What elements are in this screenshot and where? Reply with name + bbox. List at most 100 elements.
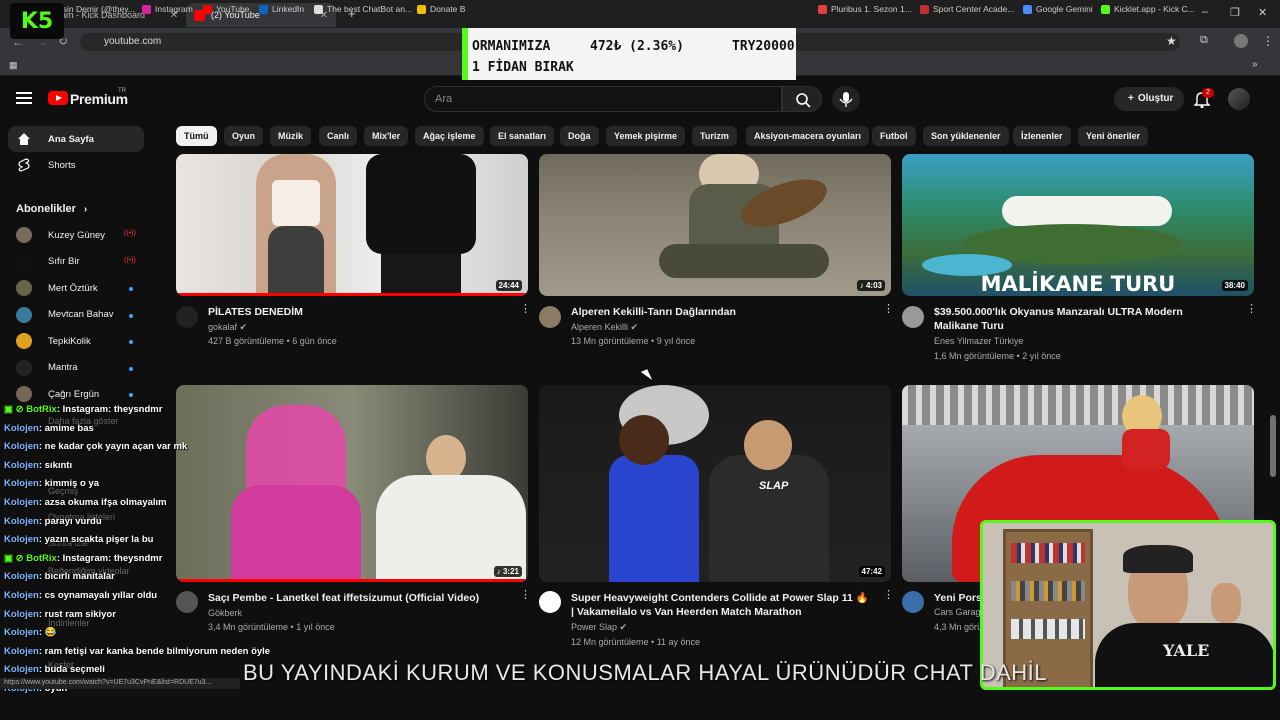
search-input[interactable]: Ara [424, 86, 782, 112]
youtube-logo-icon[interactable] [48, 91, 68, 105]
channel-avatar[interactable] [176, 591, 198, 613]
video-title[interactable]: Super Heavyweight Contenders Collide at … [571, 591, 871, 619]
video-thumbnail[interactable]: ♪ 4:03 [539, 154, 891, 296]
chip-7[interactable]: Doğa [560, 126, 599, 146]
subscription-item[interactable]: TepkiKolik [16, 331, 136, 351]
chip-11[interactable]: Futbol [872, 126, 916, 146]
new-content-dot [129, 366, 133, 371]
bookmark-chatbot[interactable]: The best ChatBot an... [314, 4, 412, 14]
chip-6[interactable]: El sanatları [490, 126, 555, 146]
verified-icon: ✔ [630, 322, 639, 332]
sidebar-item-shorts[interactable]: Shorts [8, 152, 144, 178]
video-title[interactable]: PİLATES DENEDİM [208, 305, 498, 319]
video-title[interactable]: Saçı Pembe - Lanetkel feat iffetsizumut … [208, 591, 508, 605]
voice-search-button[interactable] [832, 86, 860, 112]
minimize-icon[interactable]: – [1202, 6, 1208, 18]
channel-avatar[interactable] [176, 306, 198, 328]
donation-goal-widget: ORMANIMIZA 472₺ (2.36%) TRY20000 1 FİDAN… [462, 28, 796, 80]
bookmark-gemini[interactable]: Google Gemini [1023, 4, 1093, 14]
chat-username: Kolojen [4, 422, 39, 434]
video-meta: 4,3 Mn görü [934, 622, 983, 632]
bookmark-instagram[interactable]: Instagram [142, 4, 193, 14]
more-actions-icon[interactable]: ⋮ [883, 304, 894, 319]
video-meta: 1,6 Mn görüntüleme • 2 yıl önce [934, 351, 1061, 361]
maximize-icon[interactable]: ❐ [1230, 6, 1240, 19]
chip-14[interactable]: Yeni öneriler [1078, 126, 1149, 146]
create-button[interactable]: + Oluştur [1114, 87, 1184, 111]
video-duration: 38:40 [1221, 280, 1248, 291]
video-title[interactable]: Alperen Kekilli-Tanrı Dağlarından [571, 305, 861, 319]
channel-avatar[interactable] [902, 306, 924, 328]
chat-text: : rust ram sikiyor [38, 608, 116, 620]
channel-name[interactable]: Cars Garag [934, 607, 981, 617]
channel-name[interactable]: Enes Yilmazer Türkiye [934, 336, 1023, 346]
extensions-icon[interactable]: ⧉ [1200, 34, 1208, 47]
chip-13[interactable]: İzlenenler [1013, 126, 1071, 146]
video-thumbnail[interactable]: ♪ 3:21 [176, 385, 528, 582]
chat-text: : bıcırlı manitalar [38, 571, 115, 583]
chat-text: : amime bas [38, 422, 94, 434]
chat-text: : sıkıntı [38, 459, 73, 471]
search-button[interactable] [782, 86, 822, 112]
subscriptions-heading[interactable]: Abonelikler › [16, 203, 87, 215]
hamburger-menu-icon[interactable] [16, 92, 32, 104]
channel-name[interactable]: Alperen Kekilli ✔ [571, 322, 638, 333]
chat-text: : kimmiş o ya [38, 478, 100, 490]
chip-2[interactable]: Müzik [270, 126, 312, 146]
video-thumbnail[interactable]: SLAP 47:42 [539, 385, 891, 582]
chat-username: Kolojen [4, 478, 39, 490]
more-actions-icon[interactable]: ⋮ [520, 590, 531, 605]
subscription-item[interactable]: Mantra [16, 358, 136, 378]
channel-name[interactable]: Power Slap ✔ [571, 622, 627, 633]
page-scrollbar[interactable] [1270, 415, 1276, 477]
profile-avatar[interactable] [1234, 34, 1248, 48]
shorts-icon [18, 158, 30, 172]
chip-5[interactable]: Ağaç işleme [415, 126, 484, 146]
channel-avatar [16, 333, 32, 349]
kick-logo: K5 [10, 3, 64, 39]
account-avatar[interactable] [1228, 88, 1250, 110]
subscription-item[interactable]: Mert Öztürk [16, 278, 136, 298]
more-actions-icon[interactable]: ⋮ [1246, 304, 1257, 319]
bookmark-pluribus[interactable]: Pluribus 1. Sezon 1... [818, 4, 912, 14]
subscription-item[interactable]: Çağrı Ergün [16, 384, 136, 404]
apps-icon[interactable]: ▦ [9, 60, 18, 71]
subscription-item[interactable]: Kuzey Güney ((•)) [16, 225, 136, 245]
subscription-item[interactable]: Mevtcan Bahav [16, 305, 136, 325]
bookmark-star-icon[interactable]: ★ [1166, 34, 1177, 48]
channel-avatar[interactable] [902, 591, 924, 613]
bookmark-youtube[interactable]: YouTube [203, 4, 249, 14]
bookmark-linkedin[interactable]: LinkedIn [259, 4, 304, 14]
chat-text: : Instagram: theysndmr [56, 552, 163, 564]
chat-username: Kolojen [4, 515, 39, 527]
video-thumbnail[interactable]: MALİKANE TURU 38:40 [902, 154, 1254, 296]
chip-12[interactable]: Son yüklenenler [923, 126, 1009, 146]
chip-10[interactable]: Aksiyon-macera oyunları [746, 126, 870, 146]
more-bookmarks-icon[interactable]: » [1252, 59, 1258, 70]
chat-message: Kolojen: rust ram sikiyor [4, 609, 116, 620]
channel-avatar[interactable] [539, 591, 561, 613]
more-actions-icon[interactable]: ⋮ [883, 590, 894, 605]
bookmark-donate[interactable]: Donate B [417, 4, 465, 14]
bookmark-kicklet[interactable]: Kicklet.app - Kick C... [1101, 4, 1195, 14]
chat-text: : Instagram: theysndmr [56, 404, 163, 415]
channel-avatar[interactable] [539, 306, 561, 328]
window-close-icon[interactable]: ✕ [1258, 6, 1267, 19]
chip-3[interactable]: Canlı [319, 126, 358, 146]
browser-menu-icon[interactable]: ⋮ [1262, 34, 1274, 48]
video-title[interactable]: $39.500.000'lık Okyanus Manzaralı ULTRA … [934, 305, 1224, 333]
subscription-item[interactable]: Sıfır Bir ((•)) [16, 252, 136, 272]
chip-0[interactable]: Tümü [176, 126, 217, 146]
sidebar-item-home[interactable]: Ana Sayfa [8, 126, 144, 152]
video-meta: 13 Mn görüntüleme • 9 yıl önce [571, 336, 696, 346]
channel-name[interactable]: Gökberk [208, 608, 242, 618]
chip-1[interactable]: Oyun [224, 126, 264, 146]
more-actions-icon[interactable]: ⋮ [520, 304, 531, 319]
bookmark-sport-center[interactable]: Sport Center Acade... [920, 4, 1014, 14]
chip-9[interactable]: Turizm [692, 126, 737, 146]
chip-4[interactable]: Mix'ler [364, 126, 409, 146]
video-thumbnail[interactable]: 24:44 [176, 154, 528, 296]
chat-message: ▣ ⊘ BotRix: Instagram: theysndmr [4, 553, 162, 564]
chip-8[interactable]: Yemek pişirme [606, 126, 686, 146]
channel-name[interactable]: gokalaf ✔ [208, 322, 247, 333]
